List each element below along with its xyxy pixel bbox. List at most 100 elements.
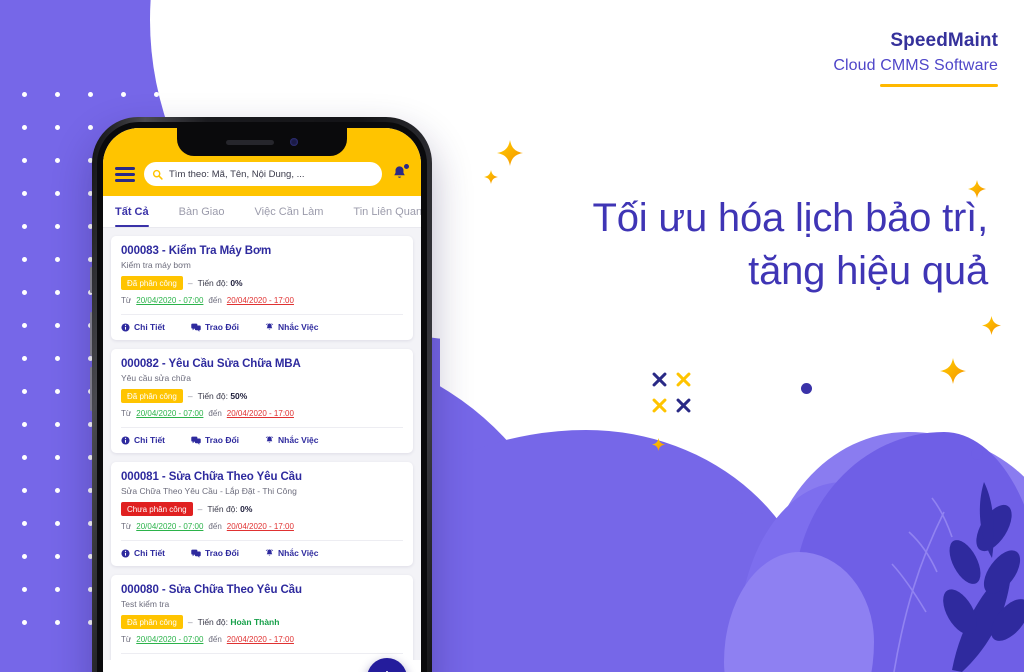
card-date-row: Từ 20/04/2020 - 07:00 đến 20/04/2020 - 17:0… (121, 635, 403, 644)
front-camera-icon (290, 138, 298, 146)
card-action-row: Chi Tiết Trao Đổi Nhắc Việc (121, 540, 403, 558)
action-info-circle[interactable]: Chi Tiết (121, 548, 165, 558)
chat-icon (191, 549, 201, 558)
pattern-dot (22, 422, 27, 427)
action-info-circle[interactable]: Chi Tiết (121, 435, 165, 445)
date-to-value[interactable]: 20/04/2020 - 17:00 (227, 296, 294, 305)
pattern-dot (55, 356, 60, 361)
action-label: Chi Tiết (134, 548, 166, 558)
tab-bar[interactable]: Tất Cả Bàn Giao Việc Cần Làm Tin Liên Quan (103, 196, 421, 228)
action-chat[interactable]: Trao Đổi (191, 548, 239, 558)
pattern-dot (22, 455, 27, 460)
speaker-grille-icon (226, 139, 274, 145)
date-from-value[interactable]: 20/04/2020 - 07:00 (136, 296, 203, 305)
date-from-label: Từ (121, 522, 132, 531)
purple-blob-right-1 (764, 432, 1024, 672)
dot-purple (727, 490, 751, 514)
action-label: Trao Đổi (205, 322, 240, 332)
status-separator: – (187, 617, 193, 627)
pattern-dot (22, 224, 27, 229)
x-mark-yellow-2-icon (652, 398, 667, 417)
pattern-dot (55, 92, 60, 97)
pattern-dot (22, 356, 27, 361)
tab-bàn-giao[interactable]: Bàn Giao (179, 196, 239, 227)
brand-block: SpeedMaint Cloud CMMS Software (833, 30, 998, 87)
date-from-value[interactable]: 20/04/2020 - 07:00 (136, 522, 203, 531)
search-bar[interactable]: Tìm theo: Mã, Tên, Nội Dung, ... (144, 162, 382, 186)
date-from-value[interactable]: 20/04/2020 - 07:00 (136, 409, 203, 418)
pattern-dot (55, 488, 60, 493)
work-order-card[interactable]: 000080 - Sửa Chữa Theo Yêu Cầu Test kiểm … (111, 575, 413, 660)
action-label: Trao Đổi (205, 435, 240, 445)
action-label: Trao Đổi (205, 548, 240, 558)
hamburger-icon[interactable] (115, 166, 135, 182)
pattern-dot (55, 422, 60, 427)
status-separator: – (187, 391, 193, 401)
date-to-label: đến (208, 409, 222, 418)
card-date-row: Từ 20/04/2020 - 07:00 đến 20/04/2020 - 17:0… (121, 409, 403, 418)
card-progress-label: Tiến độ: 0% (207, 504, 253, 514)
bell-icon (265, 549, 274, 556)
date-to-value[interactable]: 20/04/2020 - 17:00 (227, 635, 294, 644)
date-to-label: đến (208, 522, 222, 531)
action-bell[interactable]: Nhắc Việc (265, 548, 319, 558)
brand-tagline: Cloud CMMS Software (833, 57, 998, 74)
pattern-dot (22, 587, 27, 592)
notification-bell-button[interactable] (391, 163, 410, 184)
pattern-dot (22, 554, 27, 559)
chat-icon (191, 323, 201, 332)
bell-icon (265, 323, 274, 330)
phone-screen: Tìm theo: Mã, Tên, Nội Dung, ... Tất Cả B… (103, 128, 421, 672)
date-to-value[interactable]: 20/04/2020 - 17:00 (227, 409, 294, 418)
action-bell[interactable]: Nhắc Việc (265, 435, 319, 445)
pattern-dot (55, 620, 60, 625)
brand-underline (880, 84, 998, 87)
notification-badge (403, 163, 410, 170)
action-info-circle[interactable]: Chi Tiết (121, 322, 165, 332)
pattern-dot (22, 125, 27, 130)
card-description: Kiểm tra máy bơm (121, 260, 191, 270)
card-title: 000082 - Yêu Cầu Sửa Chữa MBA (121, 358, 301, 370)
pattern-dot (55, 125, 60, 130)
card-status-row: Đã phân công – Tiến độ: Hoàn Thành (121, 615, 403, 629)
card-status-row: Đã phân công – Tiến độ: 50% (121, 389, 403, 403)
pattern-dot (22, 92, 27, 97)
sparkle-icon (652, 438, 665, 451)
tab-việc-cần-làm[interactable]: Việc Cần Làm (255, 196, 338, 227)
pattern-dot (121, 92, 126, 97)
card-title: 000083 - Kiểm Tra Máy Bơm (121, 245, 272, 257)
info-circle-icon (121, 548, 130, 558)
tab-tin-liên-quan[interactable]: Tin Liên Quan (353, 196, 421, 227)
pattern-dot (55, 290, 60, 295)
pattern-dot (187, 92, 192, 97)
headline: Tối ưu hóa lịch bảo trì, tăng hiệu quả (468, 192, 988, 298)
work-order-list[interactable]: 000083 - Kiểm Tra Máy Bơm Kiểm tra máy bơ… (103, 228, 421, 660)
pattern-dot (55, 257, 60, 262)
pattern-dot (22, 488, 27, 493)
work-order-card[interactable]: 000081 - Sửa Chữa Theo Yêu Cầu Sửa Chữa T… (111, 462, 413, 566)
work-order-card[interactable]: 000083 - Kiểm Tra Máy Bơm Kiểm tra máy bơ… (111, 236, 413, 340)
date-from-value[interactable]: 20/04/2020 - 07:00 (136, 635, 203, 644)
date-to-value[interactable]: 20/04/2020 - 17:00 (227, 522, 294, 531)
sparkle-icon (497, 140, 523, 166)
info-circle-icon (121, 322, 130, 332)
headline-line-1: Tối ưu hóa lịch bảo trì, (592, 196, 988, 240)
action-chat[interactable]: Trao Đổi (191, 322, 239, 332)
pattern-dot (55, 224, 60, 229)
tab-tất-cả[interactable]: Tất Cả (115, 196, 163, 227)
pattern-dot (154, 92, 159, 97)
pattern-dot (286, 92, 291, 97)
pattern-dot (22, 158, 27, 163)
work-order-card[interactable]: 000082 - Yêu Cầu Sửa Chữa MBA Yêu cầu sửa… (111, 349, 413, 453)
leaf-dot (971, 448, 983, 460)
card-date-row: Từ 20/04/2020 - 07:00 đến 20/04/2020 - 17:0… (121, 296, 403, 305)
action-chat[interactable]: Trao Đổi (191, 435, 239, 445)
date-from-label: Từ (121, 296, 132, 305)
card-action-row: Chi Tiết Trao Đổi Nhắc Việc (121, 314, 403, 332)
action-bell[interactable]: Nhắc Việc (265, 322, 319, 332)
pattern-dot (55, 158, 60, 163)
status-badge: Chưa phân công (121, 502, 193, 516)
x-mark-navy-2-icon (676, 398, 691, 417)
add-button[interactable]: + (367, 658, 407, 672)
pattern-dot (55, 323, 60, 328)
